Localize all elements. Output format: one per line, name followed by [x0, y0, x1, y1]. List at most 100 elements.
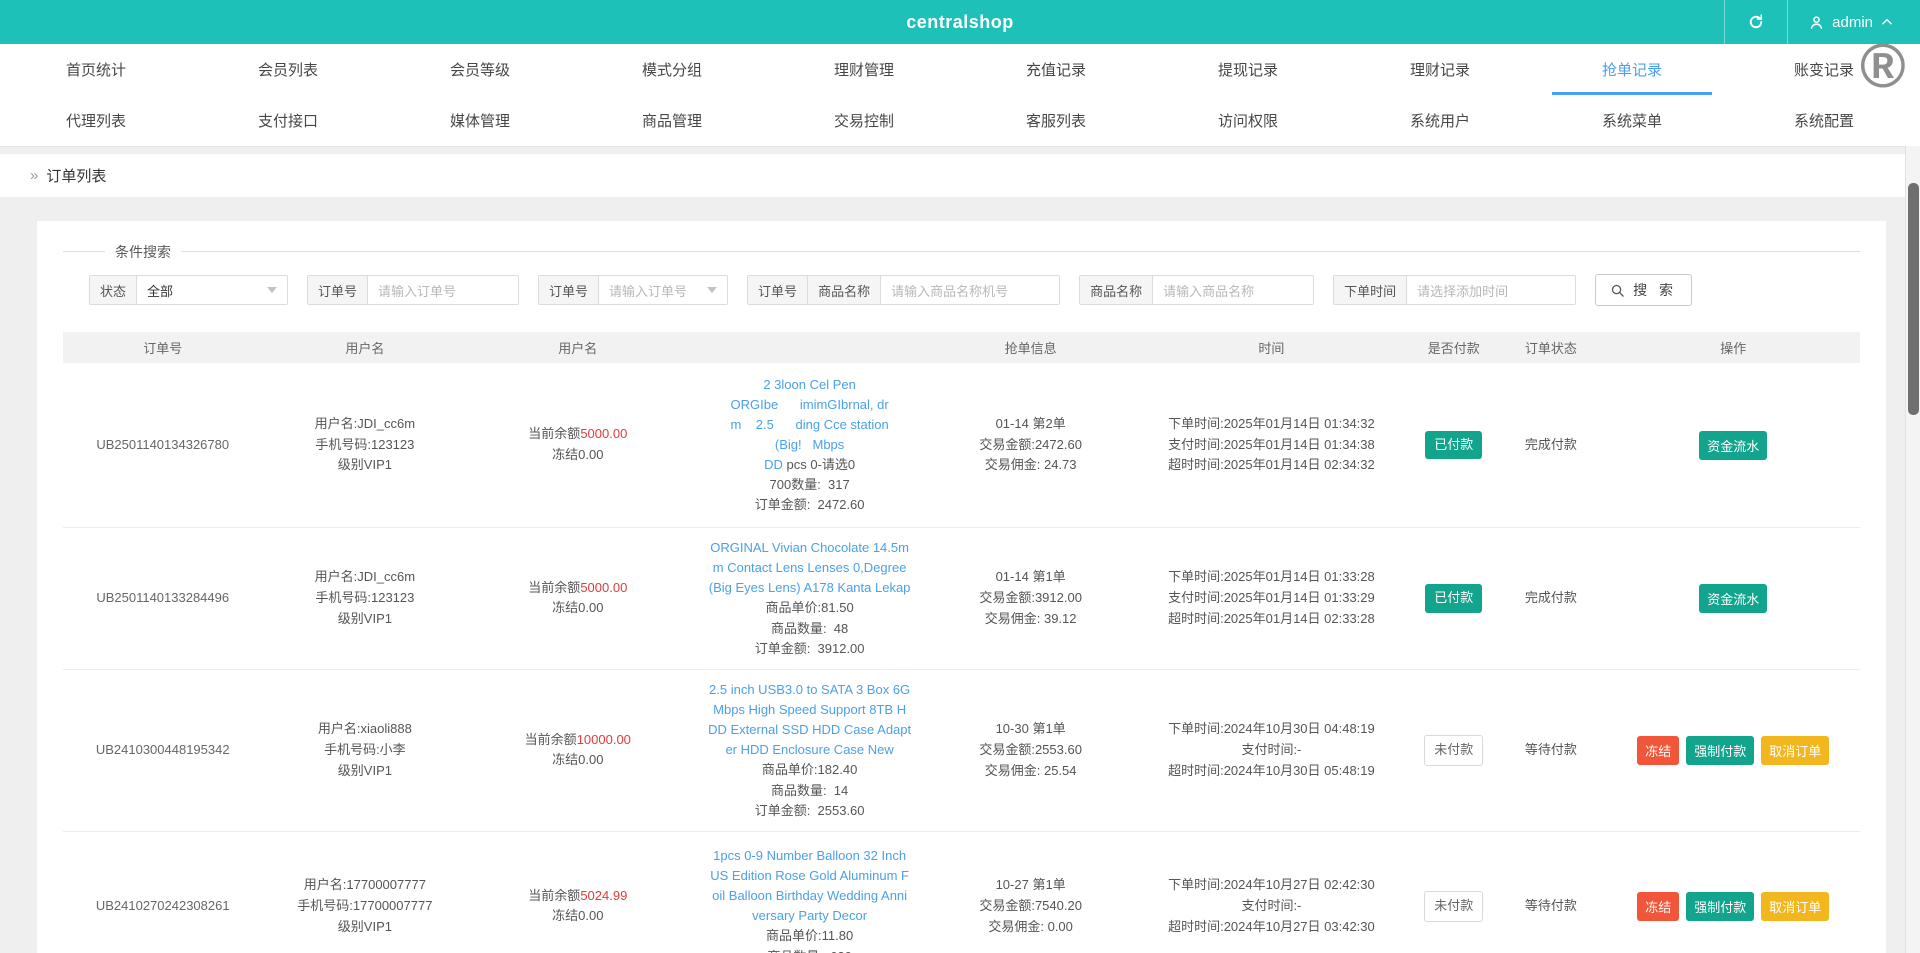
product-title-link[interactable]: er HDD Enclosure Case New	[725, 742, 893, 757]
filter-select[interactable]: 全部	[137, 276, 287, 304]
balance-amount: 5000.00	[580, 579, 628, 595]
action-button-强制付款[interactable]: 强制付款	[1686, 735, 1755, 765]
nav-item-抢单记录[interactable]: 抢单记录	[1536, 44, 1728, 95]
actions-cell: 资金流水	[1607, 574, 1860, 623]
action-button-强制付款[interactable]: 强制付款	[1686, 891, 1755, 921]
product-title-link[interactable]: 1pcs 0-9 Number Balloon 32 Inch	[713, 848, 906, 863]
product-title-link[interactable]: m Contact Lens Lenses 0,Degree	[713, 560, 907, 575]
nav-item-支付接口[interactable]: 支付接口	[192, 95, 384, 146]
nav-item-系统用户[interactable]: 系统用户	[1344, 95, 1536, 146]
time-cell: 下单时间:2025年01月14日 01:34:32 支付时间:2025年01月14…	[1130, 404, 1412, 486]
product-title-link[interactable]: US Edition Rose Gold Aluminum F	[710, 868, 909, 883]
content-card: 条件搜索 状态 全部 订单号 请输入订单号 订单号 请输入订单号 订单号 商品名称 请输入商品名…	[37, 221, 1886, 953]
product-title-link[interactable]: Mbps High Speed Support 8TB H	[713, 702, 906, 717]
action-button-资金流水[interactable]: 资金流水	[1699, 430, 1768, 460]
product-detail-text: 订单金额: 2553.60	[754, 802, 865, 818]
nav-item-会员列表[interactable]: 会员列表	[192, 44, 384, 95]
user-cell: 用户名:JDI_cc6m 手机号码:123123 级别VIP1	[262, 404, 467, 486]
user-line: 手机号码:17700007777	[297, 897, 433, 913]
action-button-冻结[interactable]: 冻结	[1637, 735, 1680, 765]
refresh-button[interactable]	[1725, 0, 1787, 44]
nav-item-系统配置[interactable]: 系统配置	[1728, 95, 1920, 146]
product-line: DD External SSD HDD Case Adapt	[690, 720, 929, 740]
user-line: 用户名:17700007777	[303, 877, 426, 893]
grab-line: 交易佣金: 24.73	[984, 457, 1077, 473]
nav-item-客服列表[interactable]: 客服列表	[960, 95, 1152, 146]
product-title-link[interactable]: versary Party Decor	[752, 908, 867, 923]
table-row: UB2410300448195342 用户名:xiaoli888 手机号码:小李 级别…	[63, 670, 1860, 832]
search-button[interactable]: 搜 索	[1595, 274, 1692, 306]
username: admin	[1832, 13, 1873, 31]
filter-select[interactable]: 请输入订单号	[599, 276, 727, 304]
table-row: UB2501140134326780 用户名:JDI_cc6m 手机号码:12312…	[63, 363, 1860, 528]
product-title-link[interactable]: (Big! Mbps	[775, 437, 844, 452]
filter-input[interactable]: 请选择添加时间	[1407, 276, 1575, 304]
nav-item-系统菜单[interactable]: 系统菜单	[1536, 95, 1728, 146]
product-title-link[interactable]: ORGIbe imimGIbrnal, dr	[731, 397, 889, 412]
user-line: 级别VIP1	[337, 762, 392, 778]
product-line: ORGIbe imimGIbrnal, dr	[690, 395, 929, 415]
product-detail-text: 商品单价:81.50	[765, 600, 854, 616]
nav-item-提现记录[interactable]: 提现记录	[1152, 44, 1344, 95]
nav-item-理财记录[interactable]: 理财记录	[1344, 44, 1536, 95]
nav-item-商品管理[interactable]: 商品管理	[576, 95, 768, 146]
order-number: UB2410300448195342	[95, 741, 230, 757]
nav-item-充值记录[interactable]: 充值记录	[960, 44, 1152, 95]
nav-item-会员等级[interactable]: 会员等级	[384, 44, 576, 95]
chevron-up-icon	[1882, 18, 1892, 25]
balance-label: 当前余额	[524, 731, 577, 747]
table-row: UB2410270242308261 用户名:17700007777 手机号码:17…	[63, 832, 1860, 953]
column-header: 是否付款	[1427, 341, 1480, 356]
action-button-冻结[interactable]: 冻结	[1637, 891, 1680, 921]
nav-item-理财管理[interactable]: 理财管理	[768, 44, 960, 95]
vertical-scrollbar[interactable]	[1905, 146, 1920, 953]
time-line: 支付时间:-	[1241, 897, 1302, 913]
product-title-link[interactable]: oil Balloon Birthday Wedding Anni	[712, 888, 907, 903]
column-header: 用户名	[558, 341, 598, 356]
product-title-link[interactable]: 2.5 inch USB3.0 to SATA 3 Box 6G	[709, 682, 910, 697]
product-title-link[interactable]: DD External SSD HDD Case Adapt	[708, 722, 911, 737]
filter-label: 状态	[90, 276, 138, 304]
filter-input-placeholder: 请选择添加时间	[1417, 283, 1509, 299]
product-line: oil Balloon Birthday Wedding Anni	[690, 886, 929, 906]
action-button-取消订单[interactable]: 取消订单	[1761, 891, 1830, 921]
nav-item-模式分组[interactable]: 模式分组	[576, 44, 768, 95]
filter-input[interactable]: 请输入商品名称机号	[881, 276, 1059, 304]
nav-item-媒体管理[interactable]: 媒体管理	[384, 95, 576, 146]
product-line: er HDD Enclosure Case New	[690, 740, 929, 760]
product-detail-text: 700数量: 317	[769, 477, 850, 493]
column-header: 操作	[1720, 341, 1747, 356]
filter-label: 订单号	[308, 276, 369, 304]
product-line: 1pcs 0-9 Number Balloon 32 Inch	[690, 846, 929, 866]
product-line: US Edition Rose Gold Aluminum F	[690, 866, 929, 886]
filter-select-value: 全部	[147, 283, 174, 299]
balance-cell: 当前余额5000.00 冻结0.00	[467, 414, 688, 476]
product-title-link[interactable]: ORGINAL Vivian Chocolate 14.5m	[710, 540, 909, 555]
filter-input[interactable]: 请输入订单号	[368, 276, 518, 304]
action-button-取消订单[interactable]: 取消订单	[1761, 735, 1830, 765]
product-line: 2.5 inch USB3.0 to SATA 3 Box 6G	[690, 680, 929, 700]
action-button-资金流水[interactable]: 资金流水	[1699, 583, 1768, 613]
nav-item-交易控制[interactable]: 交易控制	[768, 95, 960, 146]
product-title-link[interactable]: 2 3loon Cel Pen	[763, 377, 856, 392]
filter-group-2: 订单号 请输入订单号	[538, 275, 729, 305]
scrollbar-thumb[interactable]	[1908, 183, 1919, 415]
nav-item-代理列表[interactable]: 代理列表	[0, 95, 192, 146]
filter-input[interactable]: 请输入商品名称	[1153, 276, 1313, 304]
product-detail-text: 商品数量: 48	[770, 620, 849, 636]
product-title-link[interactable]: m 2.5 ding Cce station	[730, 417, 888, 432]
search-button-label: 搜 索	[1633, 282, 1677, 298]
nav-item-访问权限[interactable]: 访问权限	[1152, 95, 1344, 146]
product-line: Mbps High Speed Support 8TB H	[690, 700, 929, 720]
product-title-link[interactable]: DD	[764, 457, 786, 472]
product-line: (Big Eyes Lens) A178 Kanta Lekap	[690, 578, 929, 598]
product-title-link[interactable]: (Big Eyes Lens) A178 Kanta Lekap	[709, 580, 911, 595]
registered-trademark-watermark: ®	[1860, 32, 1906, 101]
product-detail-text: 订单金额: 2472.60	[754, 497, 865, 513]
filter-label: 商品名称	[1080, 276, 1154, 304]
nav-item-首页统计[interactable]: 首页统计	[0, 44, 192, 95]
time-line: 下单时间:2024年10月27日 02:42:30	[1168, 877, 1375, 893]
grab-line: 交易金额:3912.00	[979, 590, 1082, 606]
grab-info-cell: 10-27 第1单 交易金额:7540.20 交易佣金: 0.00	[931, 865, 1130, 947]
product-line: 订单金额: 3912.00	[690, 639, 929, 659]
